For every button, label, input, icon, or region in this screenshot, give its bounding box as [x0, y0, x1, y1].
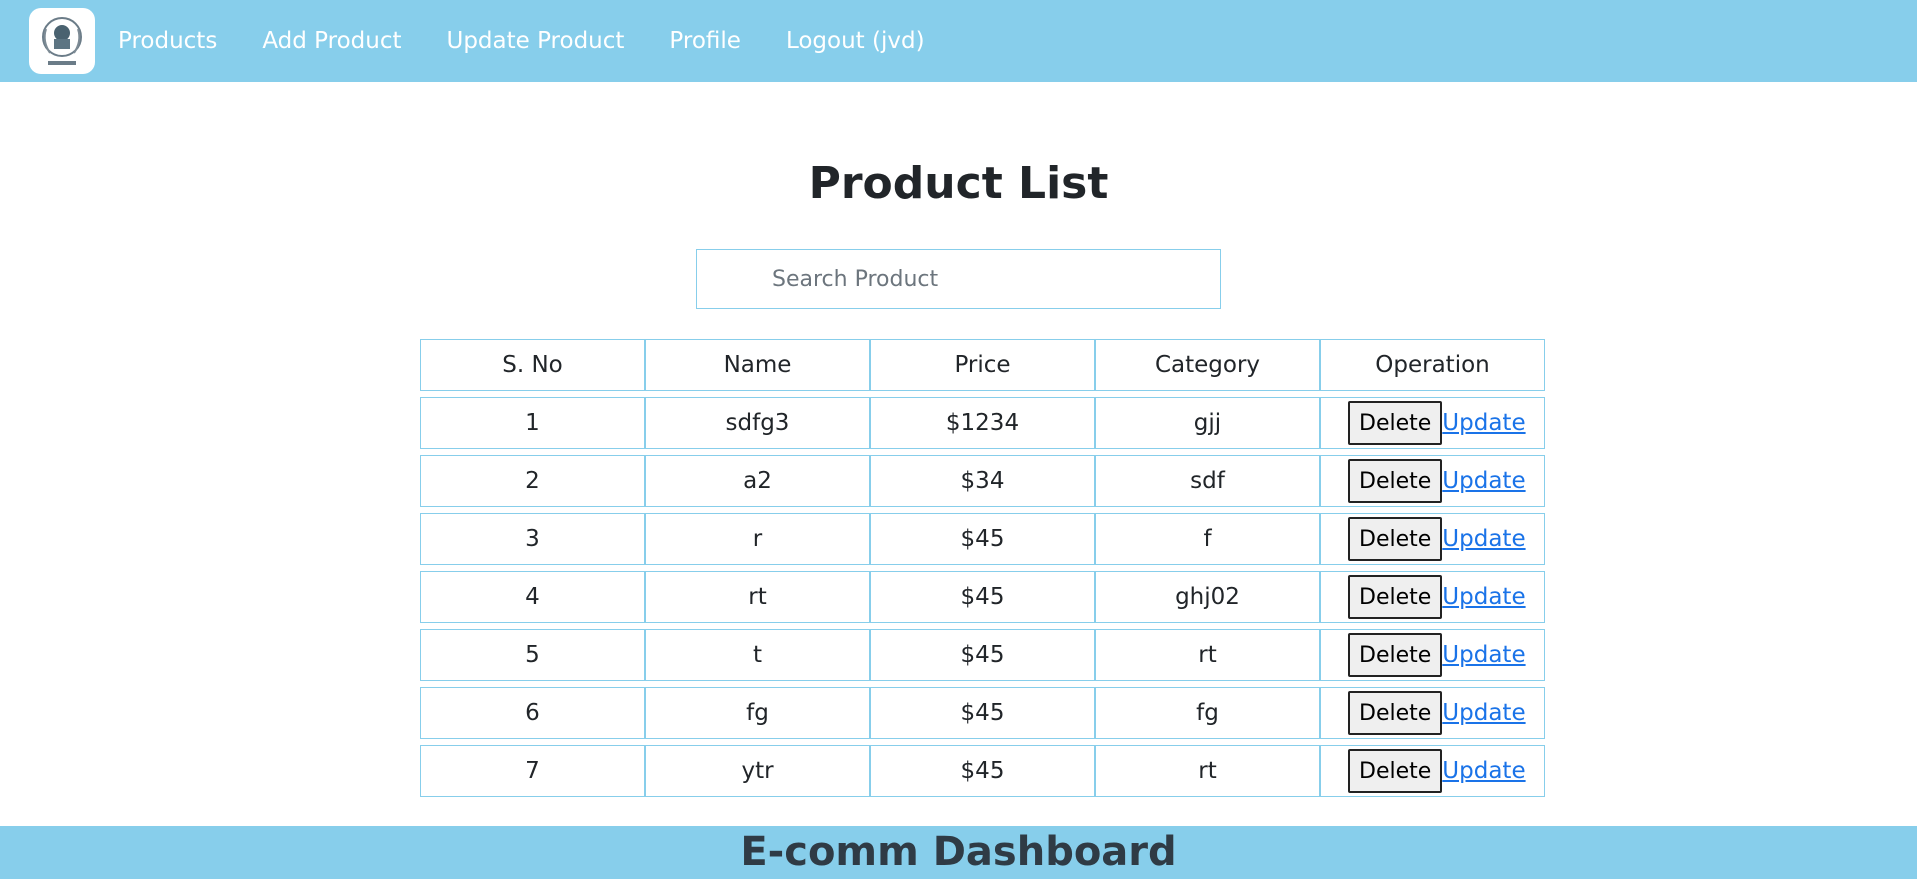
update-link[interactable]: Update	[1442, 758, 1525, 784]
table-row: 3 r $45 f Delete Update	[420, 513, 1545, 565]
delete-button[interactable]: Delete	[1348, 401, 1443, 445]
delete-button[interactable]: Delete	[1348, 459, 1443, 503]
nav-products-link[interactable]: Products	[118, 28, 217, 54]
delete-button[interactable]: Delete	[1348, 749, 1443, 793]
delete-button[interactable]: Delete	[1348, 575, 1443, 619]
cell-price: $1234	[870, 397, 1095, 449]
update-link[interactable]: Update	[1442, 700, 1525, 726]
cell-operation: Delete Update	[1320, 513, 1545, 565]
cell-category: f	[1095, 513, 1320, 565]
cell-price: $45	[870, 745, 1095, 797]
update-link[interactable]: Update	[1442, 642, 1525, 668]
delete-button[interactable]: Delete	[1348, 633, 1443, 677]
table-header-row: S. No Name Price Category Operation	[420, 339, 1545, 391]
page-title: Product List	[808, 158, 1109, 209]
cell-price: $45	[870, 629, 1095, 681]
cell-price: $45	[870, 571, 1095, 623]
update-link[interactable]: Update	[1442, 584, 1525, 610]
cell-operation: Delete Update	[1320, 571, 1545, 623]
cell-sno: 4	[420, 571, 645, 623]
cell-category: rt	[1095, 745, 1320, 797]
table-row: 5 t $45 rt Delete Update	[420, 629, 1545, 681]
product-table: S. No Name Price Category Operation 1 sd…	[420, 339, 1545, 803]
cell-price: $45	[870, 687, 1095, 739]
header-sno: S. No	[420, 339, 645, 391]
header-category: Category	[1095, 339, 1320, 391]
table-row: 7 ytr $45 rt Delete Update	[420, 745, 1545, 797]
logo-emblem-icon	[42, 17, 82, 65]
cell-sno: 3	[420, 513, 645, 565]
cell-name: sdfg3	[645, 397, 870, 449]
cell-operation: Delete Update	[1320, 455, 1545, 507]
cell-name: t	[645, 629, 870, 681]
cell-category: sdf	[1095, 455, 1320, 507]
cell-category: gjj	[1095, 397, 1320, 449]
cell-operation: Delete Update	[1320, 745, 1545, 797]
cell-name: ytr	[645, 745, 870, 797]
update-link[interactable]: Update	[1442, 526, 1525, 552]
cell-sno: 7	[420, 745, 645, 797]
footer: E-comm Dashboard	[0, 826, 1917, 879]
cell-name: a2	[645, 455, 870, 507]
search-box	[696, 249, 1221, 309]
cell-sno: 5	[420, 629, 645, 681]
cell-name: r	[645, 513, 870, 565]
table-row: 4 rt $45 ghj02 Delete Update	[420, 571, 1545, 623]
cell-category: fg	[1095, 687, 1320, 739]
cell-price: $34	[870, 455, 1095, 507]
cell-name: rt	[645, 571, 870, 623]
table-row: 6 fg $45 fg Delete Update	[420, 687, 1545, 739]
cell-category: ghj02	[1095, 571, 1320, 623]
top-navbar: Products Add Product Update Product Prof…	[0, 0, 1917, 82]
cell-sno: 1	[420, 397, 645, 449]
header-price: Price	[870, 339, 1095, 391]
update-link[interactable]: Update	[1442, 410, 1525, 436]
cell-sno: 6	[420, 687, 645, 739]
nav-menu: Products Add Product Update Product Prof…	[118, 28, 970, 54]
update-link[interactable]: Update	[1442, 468, 1525, 494]
cell-price: $45	[870, 513, 1095, 565]
nav-update-product-link[interactable]: Update Product	[446, 28, 624, 54]
cell-sno: 2	[420, 455, 645, 507]
table-row: 2 a2 $34 sdf Delete Update	[420, 455, 1545, 507]
footer-title: E-comm Dashboard	[740, 829, 1177, 875]
header-operation: Operation	[1320, 339, 1545, 391]
cell-operation: Delete Update	[1320, 397, 1545, 449]
cell-operation: Delete Update	[1320, 629, 1545, 681]
nav-add-product-link[interactable]: Add Product	[262, 28, 401, 54]
cell-name: fg	[645, 687, 870, 739]
nav-profile-link[interactable]: Profile	[669, 28, 741, 54]
search-input[interactable]	[697, 250, 1220, 308]
cell-category: rt	[1095, 629, 1320, 681]
delete-button[interactable]: Delete	[1348, 517, 1443, 561]
logo	[29, 8, 95, 74]
delete-button[interactable]: Delete	[1348, 691, 1443, 735]
cell-operation: Delete Update	[1320, 687, 1545, 739]
table-row: 1 sdfg3 $1234 gjj Delete Update	[420, 397, 1545, 449]
header-name: Name	[645, 339, 870, 391]
nav-logout-link[interactable]: Logout (jvd)	[786, 28, 925, 54]
